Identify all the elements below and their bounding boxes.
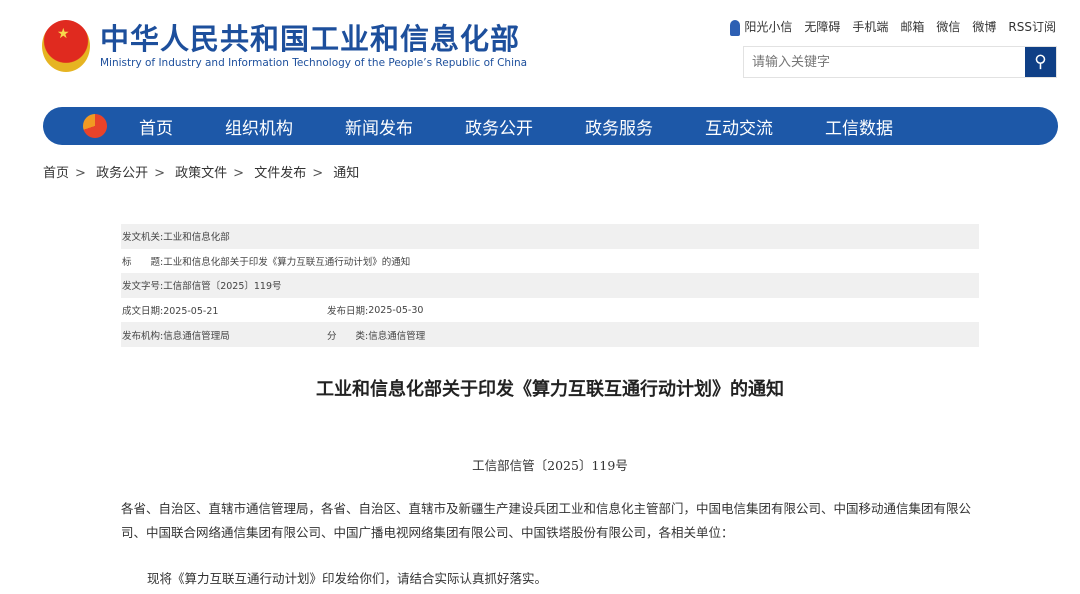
crumb-gov[interactable]: 政务公开 — [96, 166, 148, 181]
link-yangguang[interactable]: 阳光小信 — [730, 18, 792, 36]
info-row: 发文字号: 工信部信管〔2025〕119号 — [121, 273, 979, 298]
nav-logo-icon — [83, 114, 107, 138]
link-rss[interactable]: RSS订阅 — [1008, 18, 1056, 35]
nav-interaction[interactable]: 互动交流 — [705, 114, 773, 139]
nav-data[interactable]: 工信数据 — [825, 114, 893, 139]
link-wechat[interactable]: 微信 — [936, 18, 960, 35]
crumb-home[interactable]: 首页 — [43, 166, 69, 181]
nav-home[interactable]: 首页 — [139, 114, 173, 139]
link-weibo[interactable]: 微博 — [972, 18, 996, 35]
main-nav: 首页 组织机构 新闻发布 政务公开 政务服务 互动交流 工信数据 — [43, 107, 1058, 145]
search-input[interactable] — [744, 47, 1025, 77]
info-row: 成文日期:2025-05-21 发布日期: 2025-05-30 — [122, 304, 424, 318]
mascot-icon — [730, 19, 741, 36]
nav-gov-affairs[interactable]: 政务公开 — [465, 114, 533, 139]
national-emblem-icon — [42, 20, 90, 72]
link-mail[interactable]: 邮箱 — [900, 18, 924, 35]
nav-services[interactable]: 政务服务 — [585, 114, 653, 139]
article-docno: 工信部信管〔2025〕119号 — [472, 458, 628, 473]
article-title: 工业和信息化部关于印发《算力互联互通行动计划》的通知 — [316, 379, 784, 400]
info-row: 发文机关: 工业和信息化部 — [121, 224, 979, 249]
search-box: ⚲ — [743, 46, 1057, 78]
info-row: 标 题: 工业和信息化部关于印发《算力互联互通行动计划》的通知 — [122, 256, 411, 268]
info-row: 发布机构:信息通信管理局分 类: 信息通信管理 — [121, 322, 979, 347]
nav-news[interactable]: 新闻发布 — [345, 114, 413, 139]
nav-organization[interactable]: 组织机构 — [225, 114, 293, 139]
site-title-en: Ministry of Industry and Information Tec… — [100, 57, 528, 69]
site-title-cn: 中华人民共和国工业和信息化部 — [100, 22, 521, 56]
search-icon: ⚲ — [1034, 52, 1047, 71]
site-logo[interactable]: 中华人民共和国工业和信息化部 Ministry of Industry and … — [42, 20, 527, 72]
paragraph: 现将《算力互联互通行动计划》印发给你们，请结合实际认真抓好落实。 — [147, 571, 548, 586]
crumb-policy[interactable]: 政策文件 — [175, 166, 227, 181]
crumb-release[interactable]: 文件发布 — [254, 166, 306, 181]
crumb-notice[interactable]: 通知 — [333, 166, 359, 181]
top-links: 阳光小信 无障碍 手机端 邮箱 微信 微博 RSS订阅 — [730, 18, 1056, 36]
link-mobile[interactable]: 手机端 — [852, 18, 888, 35]
breadcrumb: 首页 > 政务公开 > 政策文件 > 文件发布 > 通知 — [43, 166, 360, 181]
search-button[interactable]: ⚲ — [1025, 47, 1056, 77]
paragraph: 各省、自治区、直辖市通信管理局，各省、自治区、直辖市及新疆生产建设兵团工业和信息… — [121, 501, 972, 540]
article-body: 各省、自治区、直辖市通信管理局，各省、自治区、直辖市及新疆生产建设兵团工业和信息… — [121, 497, 979, 591]
document-info-table: 发文机关: 工业和信息化部 标 题: 工业和信息化部关于印发《算力互联互通行动计划》… — [121, 224, 979, 347]
link-accessibility[interactable]: 无障碍 — [804, 18, 840, 35]
